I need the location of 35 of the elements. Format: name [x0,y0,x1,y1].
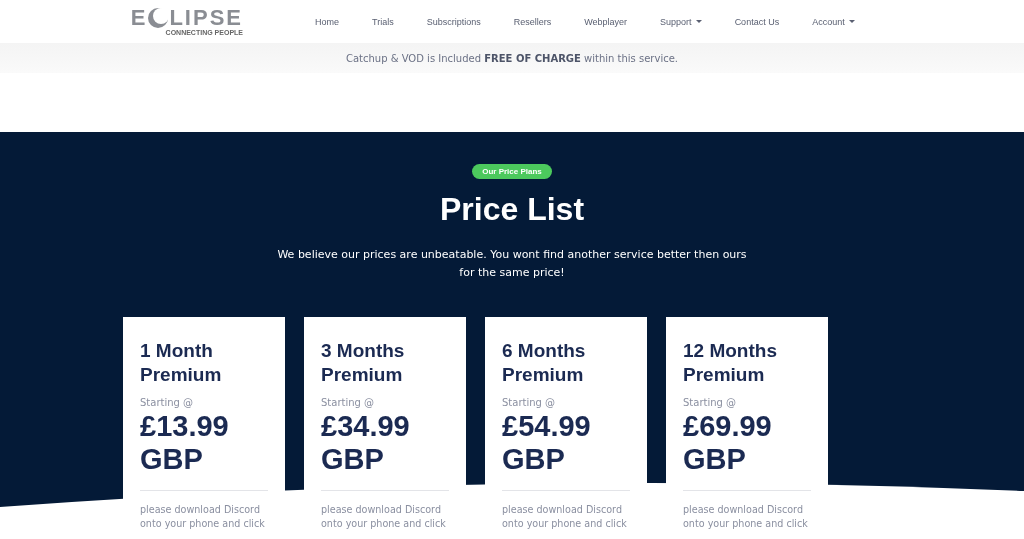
nav-link[interactable]: Webplayer [572,16,639,27]
plan-description: onto your phone and click [140,517,266,531]
caret-icon [848,19,855,24]
caret-icon [695,19,702,24]
plan-description: please download Discord [321,503,442,517]
plan-name: 3 Months Premium [321,339,406,387]
plan-description: onto your phone and click [502,517,628,531]
plan-description: please download Discord [502,503,623,517]
plan-price: £54.99 GBP [502,410,592,476]
plan-name: 1 Month Premium [140,339,223,387]
section-badge: Our Price Plans [472,164,552,179]
moon-icon [147,6,170,29]
nav-link[interactable]: Trials [360,16,405,27]
plan-description: onto your phone and click [683,517,809,531]
starting-label: Starting @ [321,397,376,408]
starting-label: Starting @ [683,397,738,408]
plan-price: £69.99 GBP [683,410,773,476]
plan-price: £13.99 GBP [140,410,230,476]
starting-label: Starting @ [140,397,195,408]
nav-link[interactable]: Resellers [501,16,563,27]
plan-name: 12 Months Premium [683,339,778,387]
plan-description: please download Discord [683,503,804,517]
section-title: Price List [439,191,585,228]
notice-text: Catchup & VOD is Included FREE OF CHARGE within this service. [346,52,678,64]
starting-label: Starting @ [502,397,557,408]
nav-link[interactable]: Contact Us [722,16,791,27]
nav-link[interactable]: Subscriptions [414,16,492,27]
plan-description: onto your phone and click [321,517,447,531]
nav-link[interactable]: Account [800,16,866,27]
intro-text: We believe our prices are unbeatable. You wont find another service better then ours for the same price! [277,247,747,281]
nav-link[interactable]: Home [303,16,350,27]
plan-price: £34.99 GBP [321,410,411,476]
plan-description: please download Discord [140,503,261,517]
nav-link[interactable]: Support [648,16,713,27]
plan-name: 6 Months Premium [502,339,587,387]
